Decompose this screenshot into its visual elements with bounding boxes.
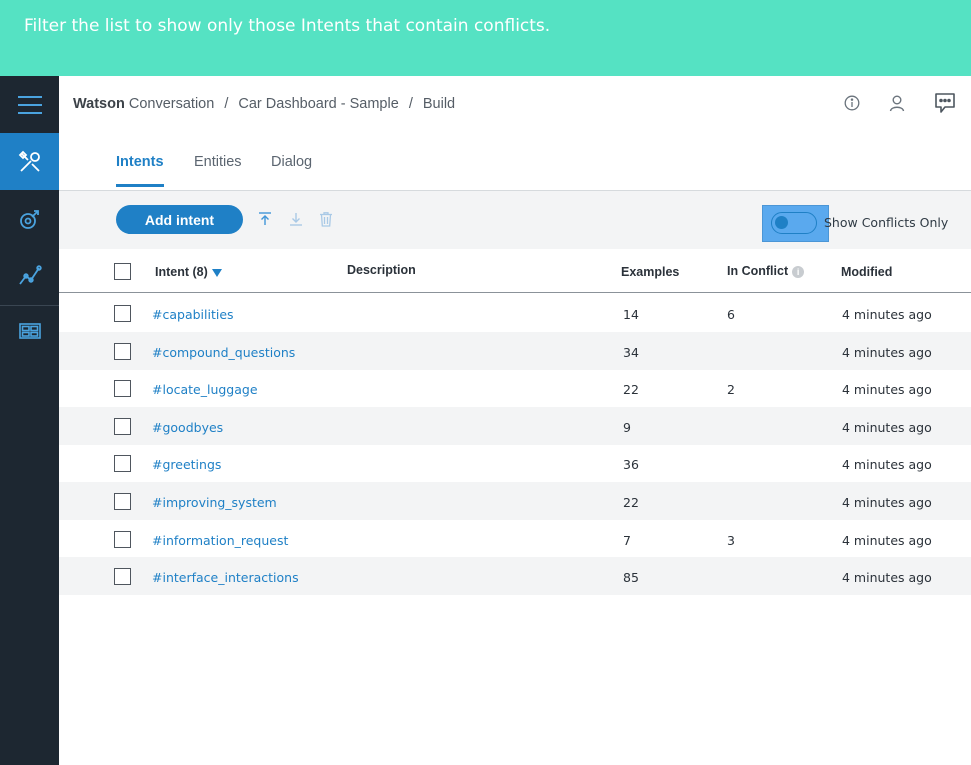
- intent-name-link[interactable]: #goodbyes: [152, 420, 223, 435]
- row-checkbox[interactable]: [114, 417, 131, 435]
- show-conflicts-toggle[interactable]: [771, 212, 817, 234]
- modified-time: 4 minutes ago: [842, 570, 932, 586]
- sidebar-item-analytics[interactable]: [0, 247, 59, 304]
- modified-time: 4 minutes ago: [842, 307, 932, 322]
- analytics-icon: [18, 264, 42, 285]
- tab-intents[interactable]: Intents: [116, 154, 164, 187]
- intent-toolbar: Add intent Show Conflicts Only: [59, 191, 971, 249]
- tab-entities[interactable]: Entities: [194, 154, 242, 184]
- column-header-examples[interactable]: Examples: [621, 265, 679, 279]
- modified-time: 4 minutes ago: [842, 382, 932, 398]
- examples-count: 7: [623, 532, 631, 548]
- row-checkbox[interactable]: [114, 305, 131, 322]
- sidebar-menu-button[interactable]: [0, 76, 59, 133]
- sidebar-item-build[interactable]: [0, 133, 59, 190]
- breadcrumb-separator: /: [408, 96, 413, 112]
- breadcrumb-separator: /: [224, 96, 229, 112]
- examples-count: 22: [623, 382, 639, 398]
- conflict-count[interactable]: 2: [727, 382, 735, 397]
- row-checkbox[interactable]: [114, 568, 131, 586]
- column-header-conflict-label: In Conflict: [727, 264, 789, 278]
- row-checkbox[interactable]: [114, 455, 131, 473]
- examples-count: 36: [623, 457, 639, 473]
- conflict-count[interactable]: 6: [727, 307, 735, 322]
- hamburger-menu-icon: [17, 95, 42, 114]
- sidebar-item-improve[interactable]: [0, 190, 59, 247]
- tab-bar: Intents Entities Dialog: [59, 148, 971, 191]
- user-button[interactable]: [884, 90, 910, 116]
- table-row[interactable]: #information_request 7 3 4 minutes ago: [59, 520, 971, 558]
- download-intents-button[interactable]: [286, 209, 306, 229]
- modified-time: 4 minutes ago: [842, 457, 932, 473]
- deploy-icon: [19, 209, 39, 229]
- column-header-intent-label: Intent (8): [155, 265, 208, 279]
- chat-icon: [935, 93, 955, 113]
- workspaces-icon: [18, 323, 41, 339]
- show-conflicts-label: Show Conflicts Only: [824, 215, 949, 230]
- delete-intents-button[interactable]: [316, 209, 336, 229]
- modified-time: 4 minutes ago: [842, 495, 932, 510]
- intent-name-link[interactable]: #improving_system: [152, 495, 277, 510]
- select-all-checkbox[interactable]: [114, 263, 131, 280]
- user-icon: [889, 95, 905, 112]
- table-row[interactable]: #capabilities 14 6 4 minutes ago: [59, 294, 971, 332]
- intent-name-link[interactable]: #locate_luggage: [152, 382, 258, 397]
- conflict-count[interactable]: 3: [727, 533, 735, 548]
- sidebar-item-workspaces[interactable]: [0, 306, 59, 356]
- row-checkbox[interactable]: [114, 380, 131, 398]
- chat-button[interactable]: [932, 90, 958, 116]
- add-intent-button[interactable]: Add intent: [116, 205, 243, 234]
- table-row[interactable]: #interface_interactions 85 4 minutes ago: [59, 557, 971, 596]
- column-header-conflict[interactable]: In Conflict i: [727, 264, 805, 278]
- table-row[interactable]: #greetings 36 4 minutes ago: [59, 444, 971, 482]
- upload-icon: [259, 212, 271, 225]
- row-checkbox[interactable]: [114, 342, 131, 360]
- table-row[interactable]: #compound_questions 34 4 minutes ago: [59, 331, 971, 370]
- breadcrumb-workspace[interactable]: Car Dashboard - Sample: [238, 96, 398, 112]
- examples-count: 9: [623, 419, 631, 435]
- intent-name-link[interactable]: #capabilities: [152, 307, 234, 322]
- download-icon: [290, 213, 302, 226]
- intent-name-link[interactable]: #greetings: [152, 457, 221, 472]
- modified-time: 4 minutes ago: [842, 344, 932, 360]
- sidebar: [0, 76, 59, 765]
- row-checkbox[interactable]: [114, 530, 131, 548]
- table-row[interactable]: #locate_luggage 22 2 4 minutes ago: [59, 369, 971, 407]
- table-header: Intent (8) Description Examples In Confl…: [59, 249, 971, 293]
- info-icon: [844, 95, 860, 111]
- breadcrumb: Watson Conversation / Car Dashboard - Sa…: [73, 96, 455, 112]
- examples-count: 22: [623, 495, 639, 510]
- intent-name-link[interactable]: #information_request: [152, 533, 288, 548]
- trash-icon: [320, 212, 332, 227]
- instruction-text: Filter the list to show only those Inten…: [24, 16, 551, 36]
- modified-time: 4 minutes ago: [842, 419, 932, 435]
- breadcrumb-page: Build: [422, 96, 456, 112]
- row-checkbox[interactable]: [114, 493, 131, 510]
- instruction-banner: Filter the list to show only those Inten…: [0, 0, 971, 76]
- breadcrumb-app[interactable]: Conversation: [129, 96, 214, 112]
- conflict-info-icon[interactable]: i: [792, 265, 805, 278]
- examples-count: 85: [623, 570, 639, 586]
- table-row[interactable]: #improving_system 22 4 minutes ago: [59, 482, 971, 520]
- breadcrumb-brand: Watson: [73, 96, 125, 112]
- upload-intents-button[interactable]: [255, 209, 275, 229]
- table-row[interactable]: #goodbyes 9 4 minutes ago: [59, 406, 971, 445]
- examples-count: 14: [623, 307, 639, 322]
- intent-name-link[interactable]: #interface_interactions: [152, 570, 299, 585]
- main-panel: Watson Conversation / Car Dashboard - Sa…: [59, 76, 971, 765]
- column-header-intent[interactable]: Intent (8): [155, 265, 222, 279]
- examples-count: 34: [623, 344, 639, 360]
- column-header-description: Description: [347, 263, 416, 277]
- column-header-modified[interactable]: Modified: [841, 265, 892, 279]
- toggle-knob: [775, 216, 788, 229]
- modified-time: 4 minutes ago: [842, 532, 932, 548]
- info-button[interactable]: [839, 90, 865, 116]
- intent-name-link[interactable]: #compound_questions: [152, 345, 295, 360]
- sort-descending-icon: [211, 268, 222, 277]
- tab-dialog[interactable]: Dialog: [271, 154, 312, 184]
- tools-icon: [18, 150, 40, 172]
